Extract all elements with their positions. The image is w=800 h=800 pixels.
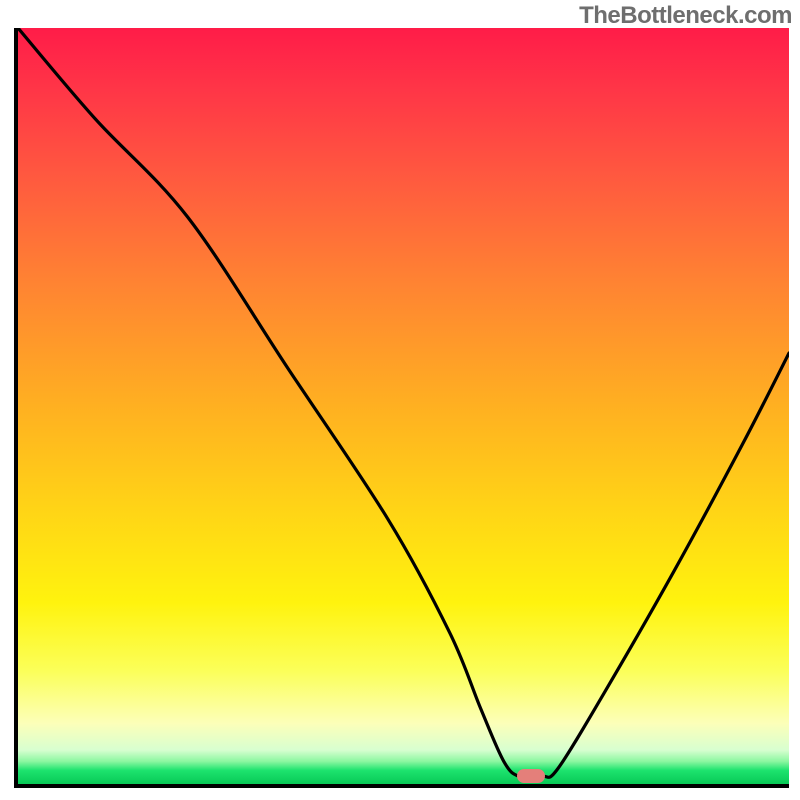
watermark-text: TheBottleneck.com <box>579 2 792 30</box>
plot-area <box>14 28 789 788</box>
bottleneck-curve <box>18 28 789 784</box>
minimum-marker <box>517 769 545 783</box>
curve-path <box>18 28 789 778</box>
bottleneck-chart: TheBottleneck.com <box>0 0 800 800</box>
